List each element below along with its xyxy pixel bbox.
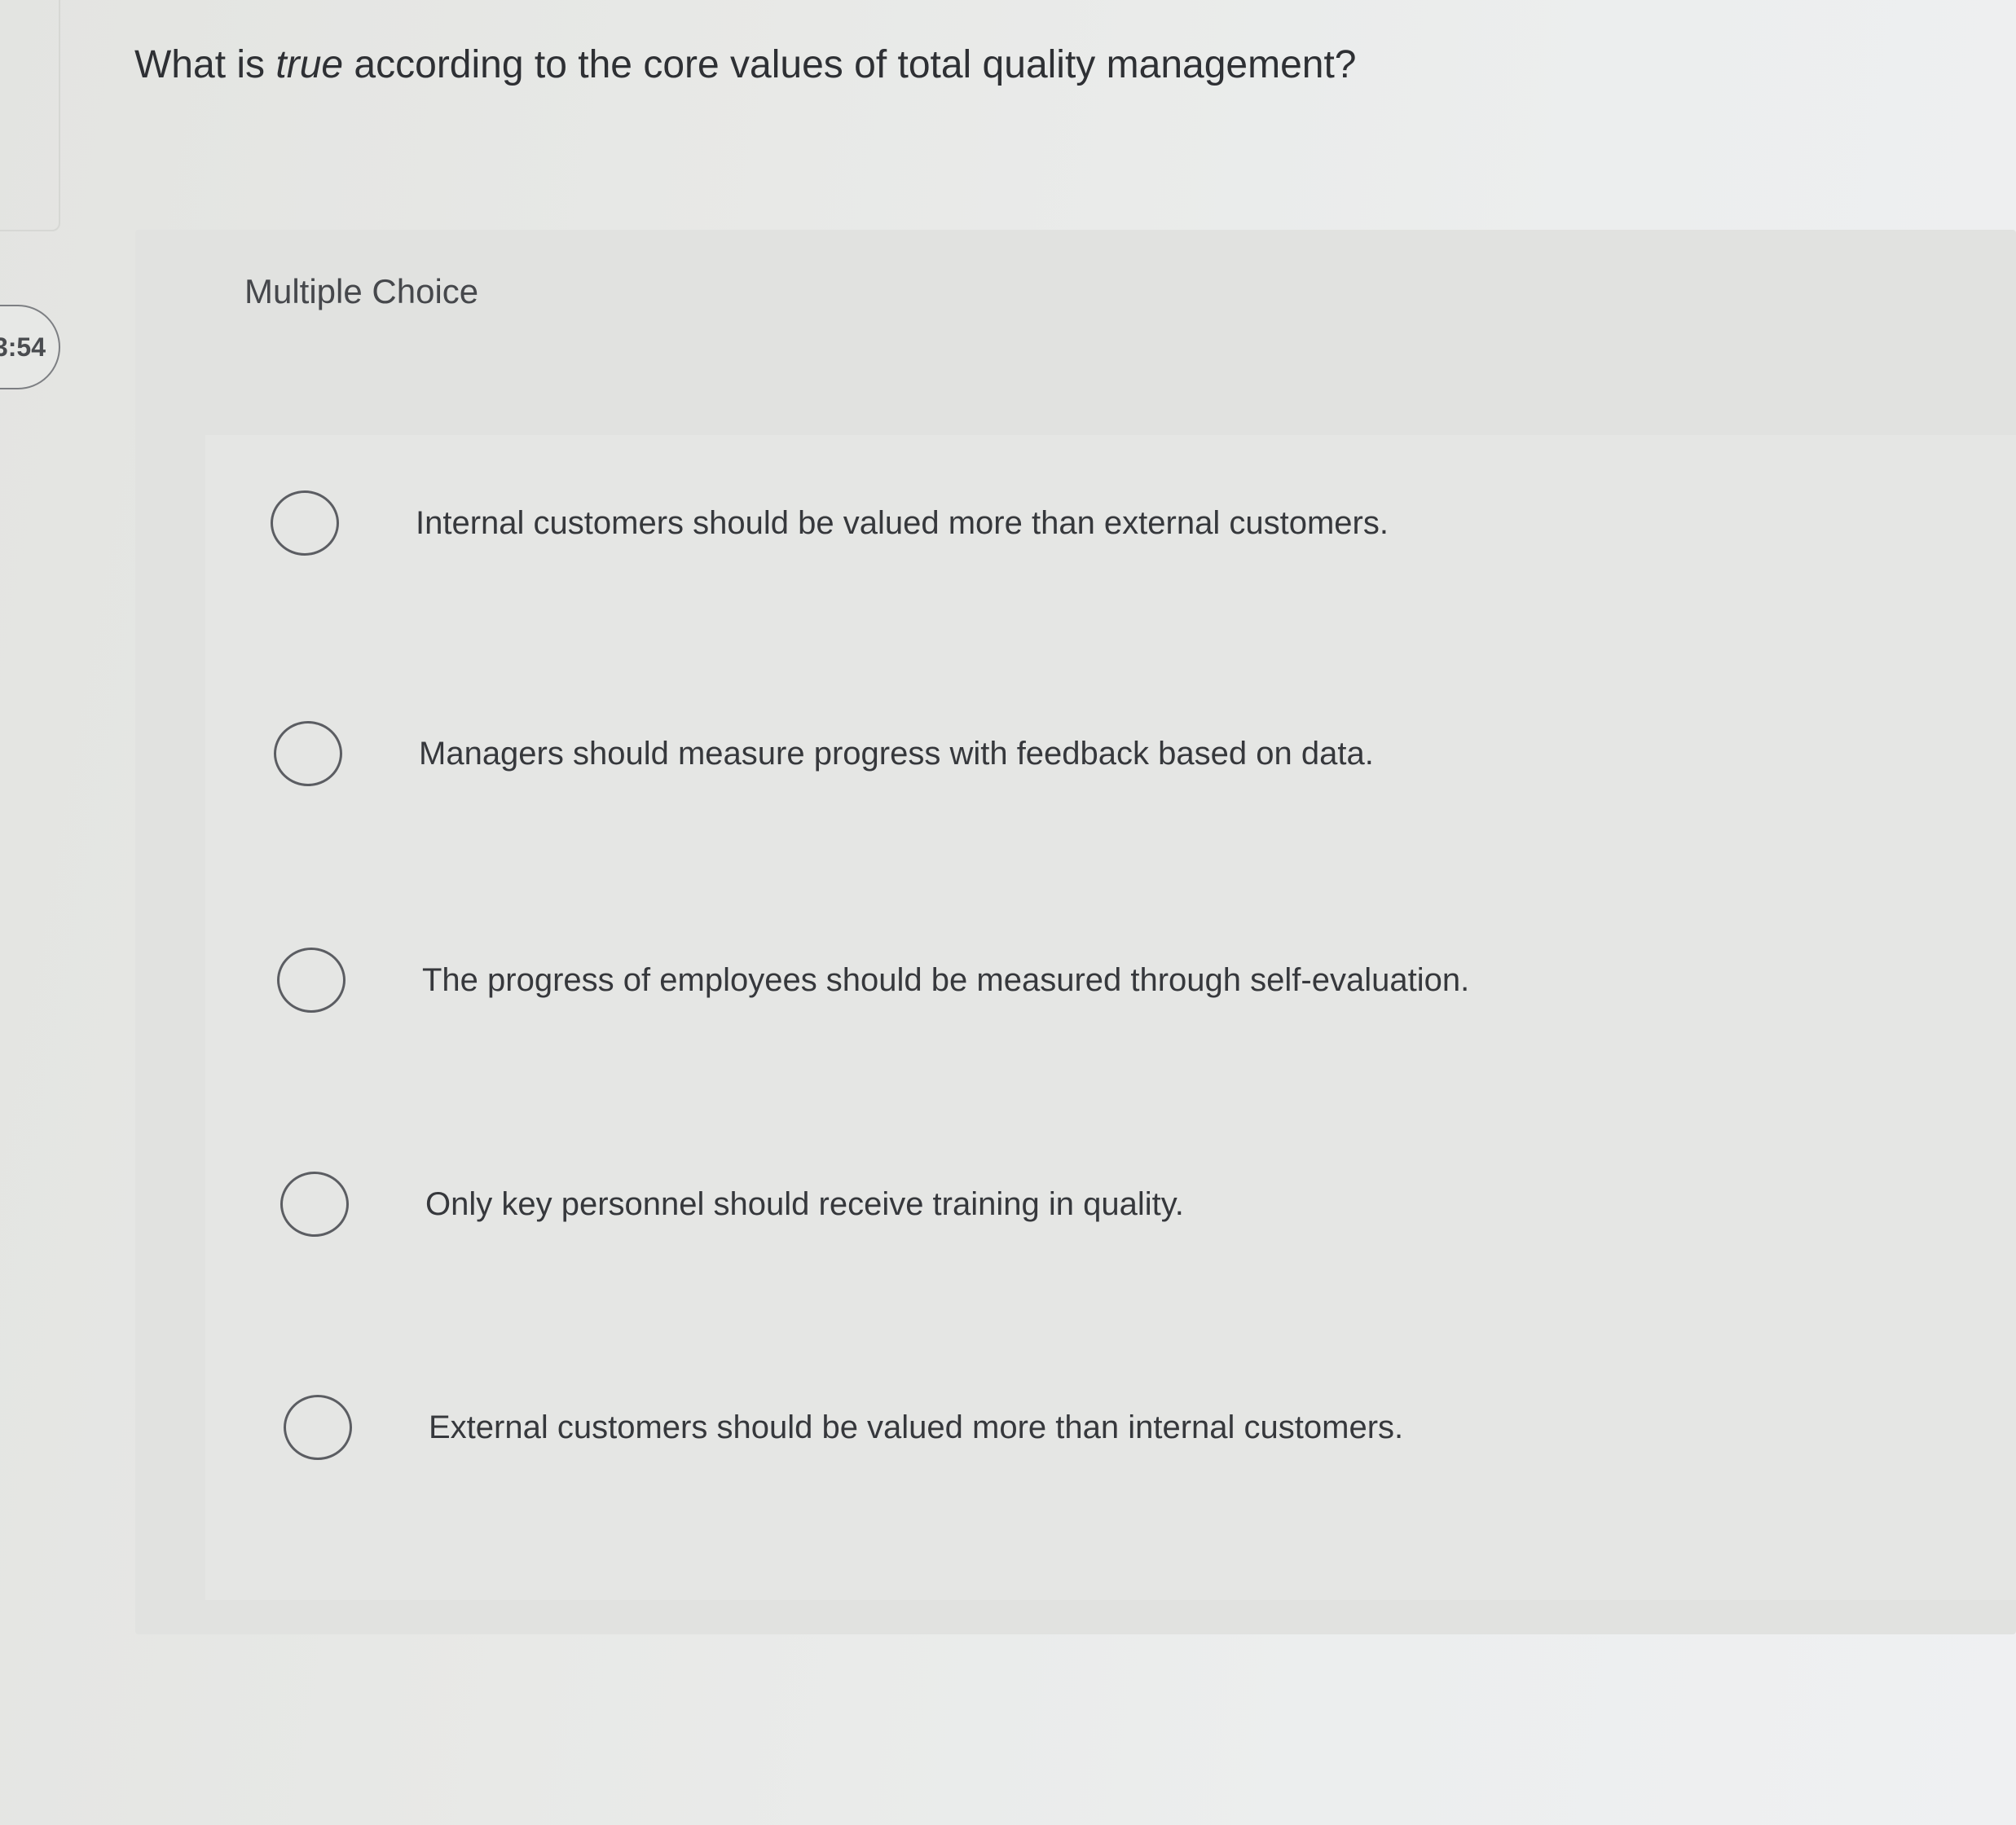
answer-option-label[interactable]: External customers should be valued more… <box>429 1409 1403 1446</box>
question-type-label: Multiple Choice <box>244 272 479 310</box>
answer-option-4[interactable]: Only key personnel should receive traini… <box>280 1168 1184 1241</box>
left-rail <box>0 0 60 231</box>
radio-button[interactable] <box>284 1395 352 1460</box>
question-emphasis: true <box>275 43 344 86</box>
radio-button[interactable] <box>271 490 339 556</box>
question-prefix: What is <box>134 43 276 86</box>
question-prompt: What is true according to the core value… <box>134 42 1683 87</box>
timer-value: 3:54 <box>0 332 46 362</box>
answer-option-3[interactable]: The progress of employees should be meas… <box>277 943 1469 1017</box>
answer-option-1[interactable]: Internal customers should be valued more… <box>271 486 1389 560</box>
radio-button[interactable] <box>277 948 346 1013</box>
answer-option-label[interactable]: Managers should measure progress with fe… <box>419 736 1374 772</box>
radio-button[interactable] <box>274 721 342 786</box>
radio-button[interactable] <box>280 1172 349 1237</box>
answer-option-2[interactable]: Managers should measure progress with fe… <box>274 717 1374 790</box>
answer-option-label[interactable]: Internal customers should be valued more… <box>416 505 1389 542</box>
timer-badge: 3:54 <box>0 305 60 389</box>
question-suffix: according to the core values of total qu… <box>343 43 1357 86</box>
answer-option-label[interactable]: Only key personnel should receive traini… <box>425 1186 1184 1223</box>
answer-option-label[interactable]: The progress of employees should be meas… <box>422 962 1469 999</box>
answer-option-5[interactable]: External customers should be valued more… <box>284 1391 1403 1464</box>
